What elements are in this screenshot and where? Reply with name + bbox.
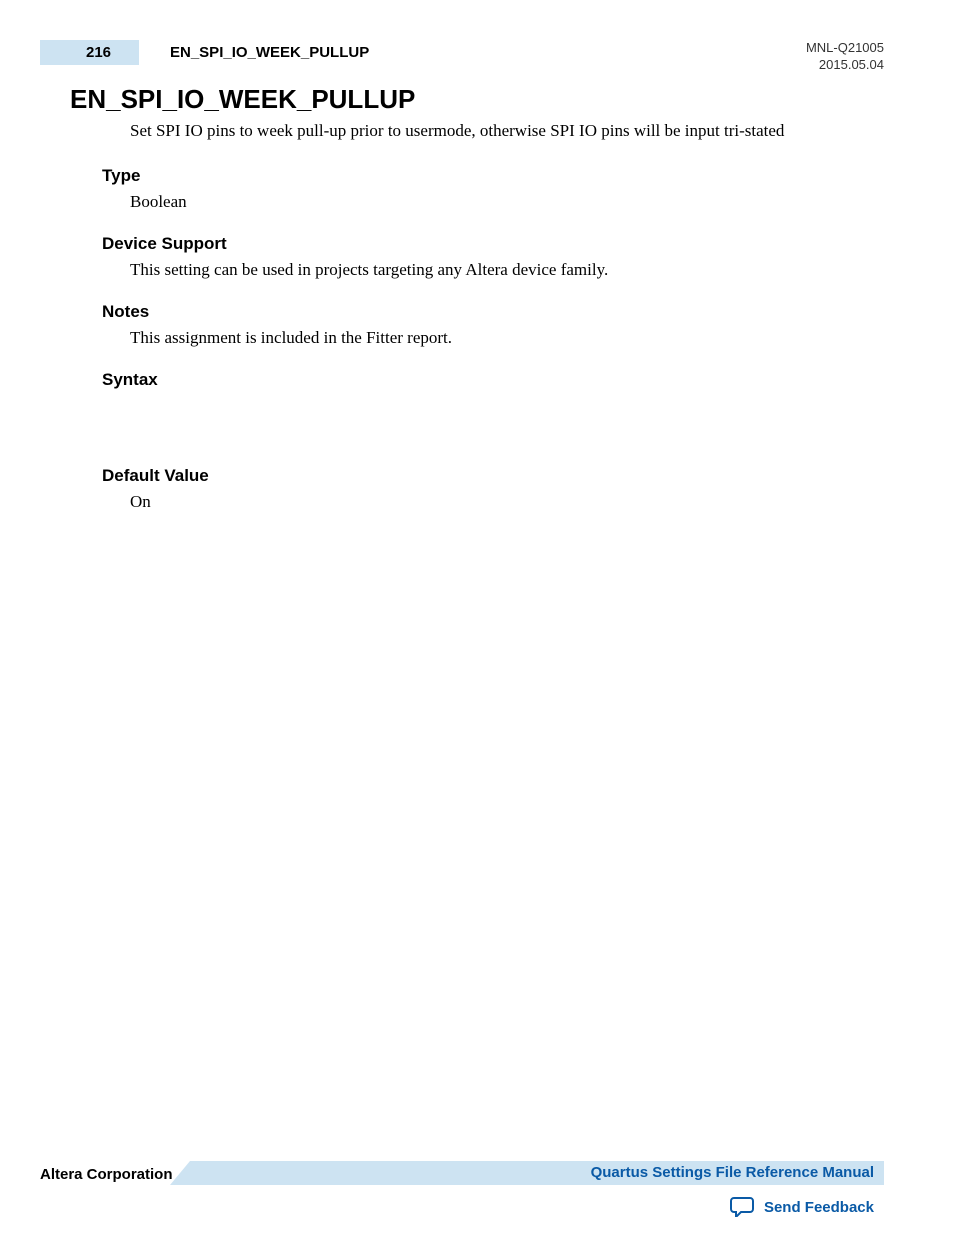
footer-company: Altera Corporation <box>40 1166 173 1183</box>
running-title: EN_SPI_IO_WEEK_PULLUP <box>170 44 369 61</box>
section-default-value-label: Default Value <box>102 466 884 486</box>
section-notes-body: This assignment is included in the Fitte… <box>130 328 884 348</box>
page-number-tab: 216 <box>40 40 139 65</box>
doc-date: 2015.05.04 <box>806 57 884 74</box>
send-feedback-link[interactable]: Send Feedback <box>764 1199 874 1216</box>
manual-link[interactable]: Quartus Settings File Reference Manual <box>591 1164 874 1181</box>
footer-bar: Altera Corporation Quartus Settings File… <box>40 1161 884 1185</box>
page-header: 216 EN_SPI_IO_WEEK_PULLUP MNL-Q21005 201… <box>70 40 884 70</box>
syntax-empty-body <box>70 396 884 466</box>
section-type-label: Type <box>102 166 884 186</box>
document-page: 216 EN_SPI_IO_WEEK_PULLUP MNL-Q21005 201… <box>0 0 954 1235</box>
chat-bubble-icon <box>730 1197 754 1217</box>
section-device-support-label: Device Support <box>102 234 884 254</box>
feedback-row: Send Feedback <box>730 1197 874 1217</box>
section-notes-label: Notes <box>102 302 884 322</box>
page-title: EN_SPI_IO_WEEK_PULLUP <box>70 84 884 115</box>
section-default-value-body: On <box>130 492 884 512</box>
page-footer: Altera Corporation Quartus Settings File… <box>40 1161 884 1185</box>
doc-id: MNL-Q21005 <box>806 40 884 57</box>
section-syntax-label: Syntax <box>102 370 884 390</box>
section-device-support-body: This setting can be used in projects tar… <box>130 260 884 280</box>
header-meta: MNL-Q21005 2015.05.04 <box>806 40 884 74</box>
intro-paragraph: Set SPI IO pins to week pull-up prior to… <box>130 119 884 144</box>
section-type-body: Boolean <box>130 192 884 212</box>
